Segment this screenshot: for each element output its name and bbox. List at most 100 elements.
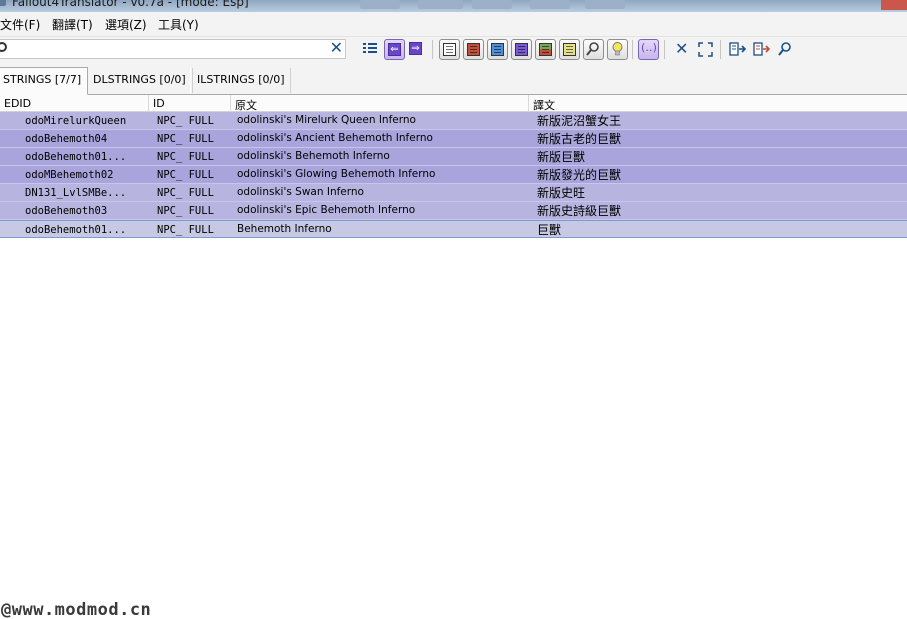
toolbar-separator <box>632 40 633 59</box>
previous-button[interactable]: ⇐ <box>384 39 405 60</box>
export-button[interactable] <box>727 39 748 60</box>
filter-yellow-button[interactable] <box>559 39 580 60</box>
cell-edid: DN131_LvlSMBe... <box>25 187 127 199</box>
cell-edid: odoBehemoth01... <box>25 151 127 163</box>
cell-translation: 新版巨獸 <box>537 150 586 164</box>
toolbar-separator <box>432 40 433 59</box>
cell-id: NPC_ FULL <box>157 187 214 199</box>
window-title: Fallout4Translator - v0.7a - [mode: Esp] <box>12 0 249 9</box>
cell-edid: odoMBehemoth02 <box>25 169 114 181</box>
title-bar-blur <box>360 0 400 9</box>
table-row[interactable]: odoBehemoth03 NPC_ FULL odolinski's Epic… <box>0 202 907 220</box>
menu-bar: 文件(F) 翻譯(T) 選項(Z) 工具(Y) <box>0 12 907 37</box>
cell-id: NPC_ FULL <box>157 224 214 236</box>
import-icon <box>753 42 771 56</box>
table-row[interactable]: odoBehemoth04 NPC_ FULL odolinski's Anci… <box>0 130 907 148</box>
filter-blue-button[interactable] <box>487 39 508 60</box>
cell-id: NPC_ FULL <box>157 133 214 145</box>
tab-dlstrings[interactable]: DLSTRINGS [0/0] <box>86 68 193 93</box>
table-row[interactable]: odoMBehemoth02 NPC_ FULL odolinski's Glo… <box>0 166 907 184</box>
table-row[interactable]: DN131_LvlSMBe... NPC_ FULL odolinski's S… <box>0 184 907 202</box>
column-header-original[interactable]: 原文 <box>230 95 528 112</box>
title-bar-blur <box>530 0 570 9</box>
list-white-icon <box>443 43 456 56</box>
expand-icon <box>698 42 713 57</box>
cell-id: NPC_ FULL <box>157 205 214 217</box>
brackets-icon: (‥) <box>641 41 657 54</box>
cell-edid: odoBehemoth04 <box>25 133 108 145</box>
hint-button[interactable] <box>607 39 628 60</box>
window-close-button[interactable] <box>881 0 907 10</box>
watermark: @www.modmod.cn <box>1 600 152 619</box>
table-row-selected[interactable]: odoBehemoth01... NPC_ FULL Behemoth Infe… <box>0 220 907 238</box>
fullscreen-button[interactable] <box>695 39 716 60</box>
list-blue-icon <box>491 43 504 56</box>
close-icon: ✕ <box>675 39 689 58</box>
cell-translation: 新版史詩級巨獸 <box>537 204 622 218</box>
menu-file[interactable]: 文件(F) <box>0 16 40 33</box>
column-header-translation[interactable]: 譯文 <box>528 95 907 112</box>
title-bar-blur <box>585 0 625 9</box>
cell-original: odolinski's Ancient Behemoth Inferno <box>237 132 433 144</box>
cell-original: odolinski's Mirelurk Queen Inferno <box>237 114 416 126</box>
toolbar: ✕ ⇐ ⇒ (‥) ✕ <box>0 37 907 64</box>
search-icon <box>0 42 7 52</box>
list-green-red-icon <box>539 43 552 56</box>
cell-original: odolinski's Glowing Behemoth Inferno <box>237 168 436 180</box>
filter-mixed-button[interactable] <box>535 39 556 60</box>
cell-translation: 巨獸 <box>537 223 562 237</box>
cell-id: NPC_ FULL <box>157 115 214 127</box>
find-button[interactable] <box>583 39 604 60</box>
menu-options[interactable]: 選項(Z) <box>105 16 147 33</box>
arrow-left-icon: ⇐ <box>388 43 401 56</box>
brackets-button[interactable]: (‥) <box>638 39 659 60</box>
menu-tools[interactable]: 工具(Y) <box>158 16 199 33</box>
cell-original: odolinski's Swan Inferno <box>237 186 364 198</box>
filter-all-button[interactable] <box>439 39 460 60</box>
cell-id: NPC_ FULL <box>157 169 214 181</box>
title-bar-blur <box>418 0 463 9</box>
search-input[interactable] <box>12 41 322 57</box>
cell-edid: odoMirelurkQueen <box>25 115 127 127</box>
delete-button[interactable]: ✕ <box>671 39 692 60</box>
list-yellow-icon <box>563 43 576 56</box>
column-header-edid[interactable]: EDID <box>0 95 148 112</box>
search-replace-icon <box>778 42 791 56</box>
cell-translation: 新版古老的巨獸 <box>537 132 622 146</box>
table-row[interactable]: odoBehemoth01... NPC_ FULL odolinski's B… <box>0 148 907 166</box>
toolbar-separator <box>720 40 721 59</box>
cell-original: Behemoth Inferno <box>237 223 332 235</box>
columns-icon[interactable] <box>360 39 381 60</box>
cell-id: NPC_ FULL <box>157 151 214 163</box>
strings-table: EDID ID 原文 譯文 odoMirelurkQueen NPC_ FULL… <box>0 95 907 238</box>
cell-edid: odoBehemoth01... <box>25 224 127 236</box>
lightbulb-icon <box>612 42 623 56</box>
cell-original: odolinski's Epic Behemoth Inferno <box>237 204 416 216</box>
toolbar-separator <box>664 40 665 59</box>
tab-strings[interactable]: STRINGS [7/7] <box>0 67 89 95</box>
close-icon[interactable]: ✕ <box>330 38 343 58</box>
filter-purple-button[interactable] <box>511 39 532 60</box>
menu-translate[interactable]: 翻譯(T) <box>52 16 93 33</box>
cell-original: odolinski's Behemoth Inferno <box>237 150 390 162</box>
cell-translation: 新版泥沼蟹女王 <box>537 114 622 128</box>
title-bar: Fallout4Translator - v0.7a - [mode: Esp] <box>0 0 907 12</box>
list-red-icon <box>467 43 480 56</box>
filter-red-button[interactable] <box>463 39 484 60</box>
search-box: ✕ <box>0 38 346 59</box>
table-header: EDID ID 原文 譯文 <box>0 95 907 112</box>
cell-translation: 新版發光的巨獸 <box>537 168 622 182</box>
tab-strip: STRINGS [7/7] DLSTRINGS [0/0] ILSTRINGS … <box>0 64 907 95</box>
column-header-id[interactable]: ID <box>148 95 230 112</box>
next-button[interactable]: ⇒ <box>406 39 427 60</box>
title-bar-blur <box>472 0 512 9</box>
app-icon <box>0 0 6 6</box>
export-icon <box>729 42 747 56</box>
table-row[interactable]: odoMirelurkQueen NPC_ FULL odolinski's M… <box>0 112 907 130</box>
cell-translation: 新版史旺 <box>537 186 586 200</box>
list-purple-icon <box>515 43 528 56</box>
tab-ilstrings[interactable]: ILSTRINGS [0/0] <box>190 68 292 93</box>
search-replace-button[interactable] <box>775 39 796 60</box>
import-button[interactable] <box>751 39 772 60</box>
magnifier-icon <box>586 42 599 56</box>
